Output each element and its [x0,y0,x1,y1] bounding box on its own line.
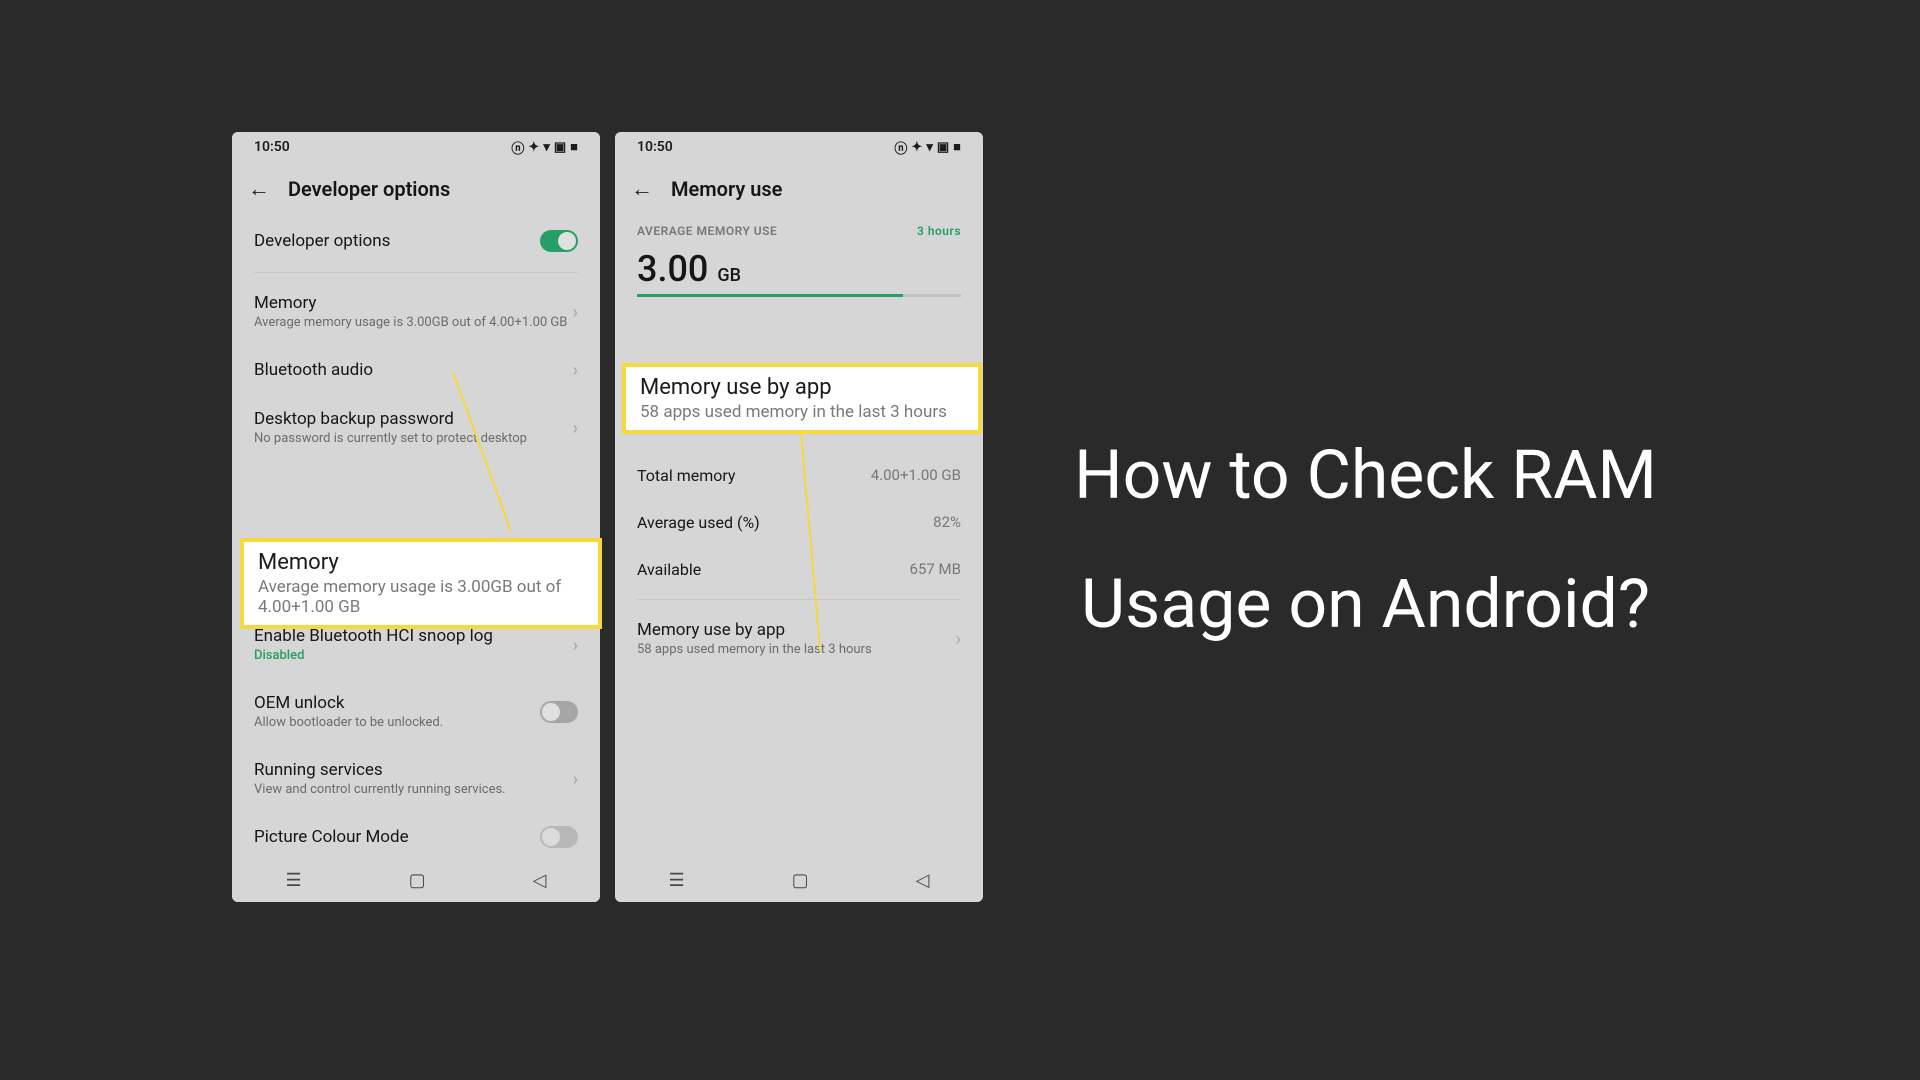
total-value: 4.00+1.00 GB [871,466,961,485]
by-app-sub: 58 apps used memory in the last 3 hours [637,642,956,659]
back-arrow-icon[interactable]: ← [248,176,270,202]
picture-colour-row[interactable]: Picture Colour Mode [254,812,578,848]
callout-title: Memory [258,550,584,575]
picture-toggle[interactable] [540,826,578,848]
back-icon[interactable]: ◁ [916,870,930,891]
home-icon[interactable]: ▢ [792,870,809,891]
hci-sub: Disabled [254,648,573,665]
bluetooth-audio-label: Bluetooth audio [254,360,573,380]
memory-number: 3.00 [637,248,708,290]
section-header: AVERAGE MEMORY USE 3 hours [637,224,961,238]
recents-icon[interactable]: ☰ [669,870,685,891]
vibrate-icon: ✦ [528,140,539,155]
memory-row[interactable]: Memory Average memory usage is 3.00GB ou… [254,279,578,346]
chevron-right-icon: › [573,635,578,656]
navigation-bar: ☰ ▢ ◁ [232,858,600,902]
callout-sub: 58 apps used memory in the last 3 hours [640,402,964,422]
dev-options-toggle[interactable] [540,230,578,252]
dev-options-label: Developer options [254,231,540,251]
nfc-icon: ⓝ [511,138,524,157]
running-services-row[interactable]: Running services View and control curren… [254,746,578,813]
running-title: Running services [254,760,573,780]
oem-sub: Allow bootloader to be unlocked. [254,715,540,732]
phone-screenshot-developer-options: 10:50 ⓝ ✦ ▾ ▣ ■ ← Developer options Deve… [232,132,600,902]
status-icons: ⓝ ✦ ▾ ▣ ■ [511,138,578,157]
memory-progress-bar [637,294,961,297]
page-header: ← Memory use [615,162,983,216]
picture-label: Picture Colour Mode [254,827,540,847]
by-app-title: Memory use by app [637,620,956,640]
memory-sub: Average memory usage is 3.00GB out of 4.… [254,315,573,332]
memory-value: 3.00 GB [637,248,961,290]
memory-by-app-row[interactable]: Memory use by app 58 apps used memory in… [637,606,961,673]
memory-title: Memory [254,293,573,313]
callout-title: Memory use by app [640,375,964,400]
callout-sub: Average memory usage is 3.00GB out of 4.… [258,577,584,617]
battery-icon: ■ [953,139,961,155]
total-label: Total memory [637,466,736,485]
desktop-backup-sub: No password is currently set to protect … [254,431,573,448]
avg-value: 82% [933,513,961,532]
page-header: ← Developer options [232,162,600,216]
memory-unit: GB [717,265,741,286]
cast-icon: ▣ [554,140,566,155]
callout-memory-highlight: Memory Average memory usage is 3.00GB ou… [240,538,602,629]
tutorial-title: How to Check RAM Usage on Android? [1043,411,1688,669]
back-icon[interactable]: ◁ [533,870,547,891]
available-row: Available 657 MB [637,546,961,593]
bluetooth-audio-row[interactable]: Bluetooth audio › [254,346,578,395]
developer-options-toggle-row[interactable]: Developer options [254,216,578,266]
wifi-icon: ▾ [543,140,550,155]
total-memory-row: Total memory 4.00+1.00 GB [637,452,961,499]
recents-icon[interactable]: ☰ [286,870,302,891]
status-bar: 10:50 ⓝ ✦ ▾ ▣ ■ [615,132,983,162]
home-icon[interactable]: ▢ [409,870,426,891]
chevron-right-icon: › [573,769,578,790]
page-title: Developer options [288,177,450,201]
vibrate-icon: ✦ [911,140,922,155]
chevron-right-icon: › [573,360,578,381]
oem-title: OEM unlock [254,693,540,713]
avg-label: Average used (%) [637,513,760,532]
cast-icon: ▣ [937,140,949,155]
status-time: 10:50 [254,139,290,155]
time-range-selector[interactable]: 3 hours [917,224,961,238]
nfc-icon: ⓝ [894,138,907,157]
battery-icon: ■ [570,139,578,155]
callout-memory-by-app-highlight: Memory use by app 58 apps used memory in… [622,363,982,434]
chevron-right-icon: › [956,629,961,650]
available-value: 657 MB [910,560,961,579]
page-title: Memory use [671,177,782,201]
desktop-backup-title: Desktop backup password [254,409,573,429]
status-bar: 10:50 ⓝ ✦ ▾ ▣ ■ [232,132,600,162]
status-time: 10:50 [637,139,673,155]
status-icons: ⓝ ✦ ▾ ▣ ■ [894,138,961,157]
running-sub: View and control currently running servi… [254,782,573,799]
back-arrow-icon[interactable]: ← [631,176,653,202]
avg-used-row: Average used (%) 82% [637,499,961,546]
wifi-icon: ▾ [926,140,933,155]
title-panel: How to Check RAM Usage on Android? [983,132,1688,948]
phone-screenshot-memory-use: 10:50 ⓝ ✦ ▾ ▣ ■ ← Memory use AVERAGE MEM… [615,132,983,902]
avg-mem-label: AVERAGE MEMORY USE [637,224,777,238]
oem-unlock-row[interactable]: OEM unlock Allow bootloader to be unlock… [254,679,578,746]
chevron-right-icon: › [573,418,578,439]
oem-toggle[interactable] [540,701,578,723]
desktop-backup-row[interactable]: Desktop backup password No password is c… [254,395,578,462]
navigation-bar: ☰ ▢ ◁ [615,858,983,902]
available-label: Available [637,560,701,579]
chevron-right-icon: › [573,302,578,323]
